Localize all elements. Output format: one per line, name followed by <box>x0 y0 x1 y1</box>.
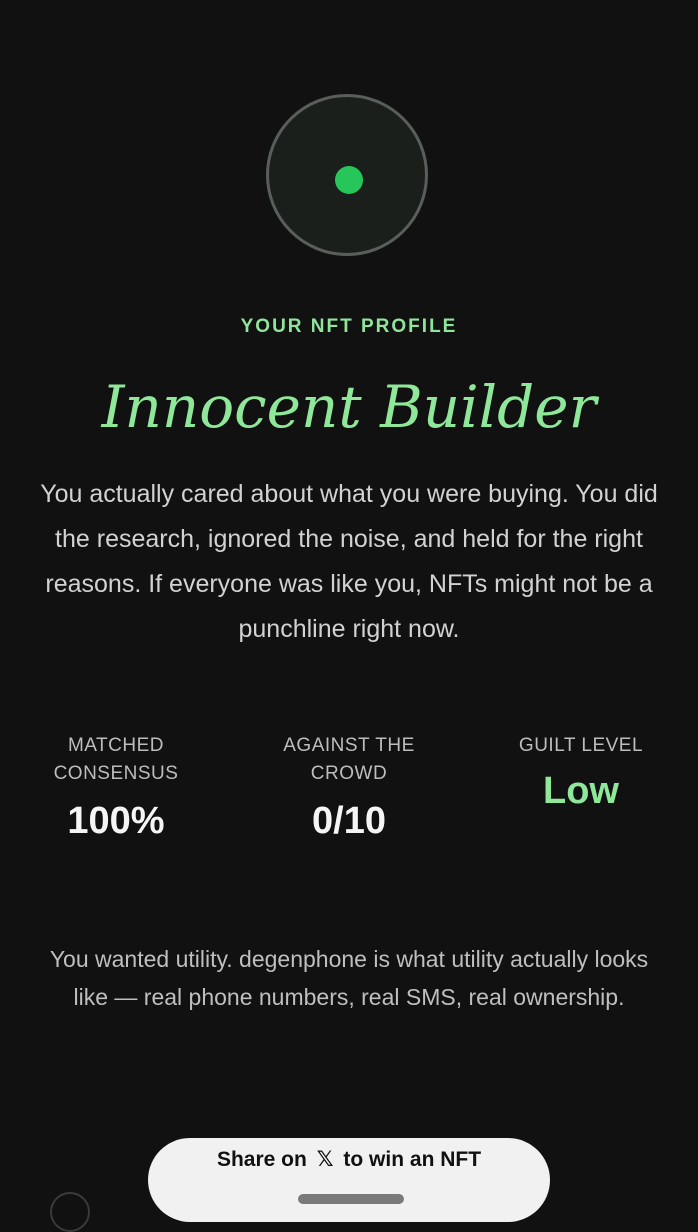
stat-value: Low <box>543 770 619 812</box>
nft-profile-page: YOUR NFT PROFILE Innocent Builder You ac… <box>0 0 698 1232</box>
share-prefix: Share on <box>216 1148 307 1171</box>
stat-guilt-level: GUILT LEVEL Low <box>481 732 681 813</box>
profile-avatar <box>266 94 428 256</box>
stat-against-the-crowd: AGAINST THE CROWD 0/10 <box>249 732 449 843</box>
corner-button[interactable] <box>50 1192 90 1232</box>
stat-label: GUILT LEVEL <box>518 735 644 756</box>
stat-value: 100% <box>67 800 165 842</box>
stats-row: MATCHED CONSENSUS 100% AGAINST THE CROWD… <box>0 732 698 862</box>
stat-label: AGAINST THE CROWD <box>283 735 415 784</box>
share-suffix: to win an NFT <box>343 1148 482 1171</box>
cta-copy: You wanted utility. degenphone is what u… <box>49 946 649 1010</box>
profile-eyebrow: YOUR NFT PROFILE <box>240 316 458 337</box>
status-dot-icon <box>335 166 363 194</box>
stat-matched-consensus: MATCHED CONSENSUS 100% <box>16 732 216 843</box>
home-indicator[interactable] <box>298 1194 404 1204</box>
profile-title: Innocent Builder <box>101 373 597 441</box>
share-button-label: Share on 𝕏 to win an NFT <box>148 1117 550 1201</box>
stat-label: MATCHED CONSENSUS <box>53 735 179 784</box>
x-logo-icon: 𝕏 <box>316 1147 334 1171</box>
profile-description: You actually cared about what you were b… <box>40 480 658 643</box>
stat-value: 0/10 <box>312 800 386 842</box>
share-on-x-button[interactable]: Share on 𝕏 to win an NFT <box>148 1138 550 1222</box>
